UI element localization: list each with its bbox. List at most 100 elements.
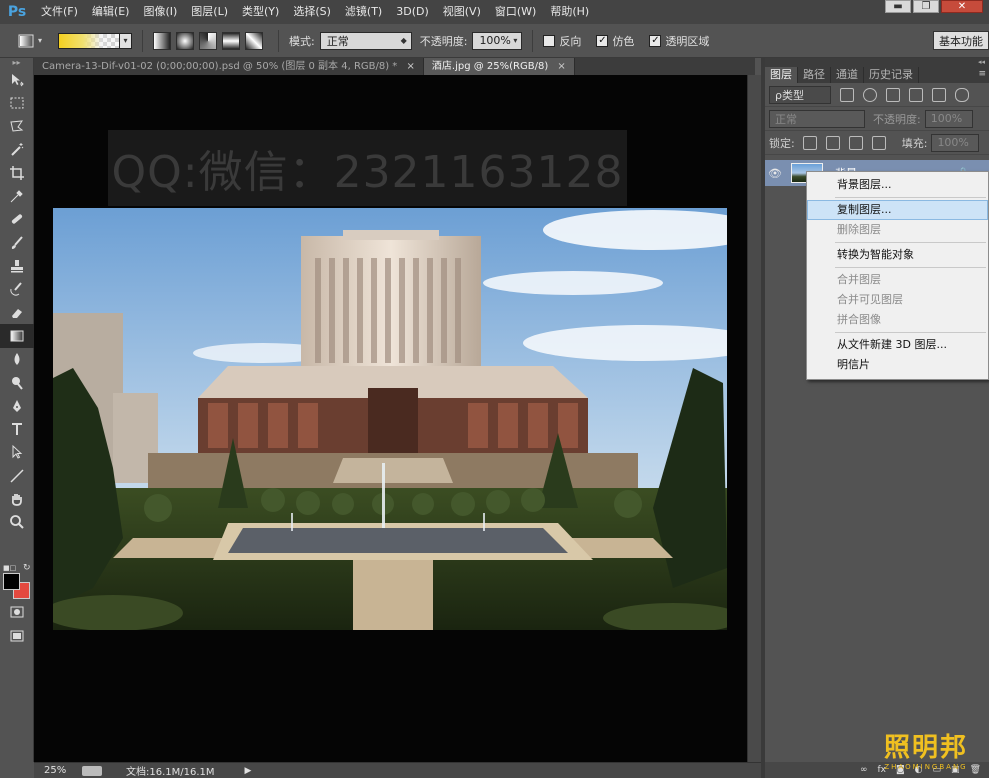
menu-item-1[interactable]: 编辑(E)	[85, 0, 137, 24]
lock-pixels-icon[interactable]	[825, 135, 840, 150]
marquee-tool[interactable]	[0, 91, 34, 114]
menu-item-merge-visible[interactable]: 合并可见图层	[807, 290, 988, 310]
brush-tool[interactable]	[0, 231, 34, 254]
dither-option[interactable]: ✓ 仿色	[596, 33, 639, 49]
menu-item-duplicate-layer[interactable]: 复制图层...	[807, 200, 988, 220]
fill-input[interactable]: 100%	[931, 133, 980, 152]
lock-all-icon[interactable]	[871, 135, 886, 150]
menu-item-postcard[interactable]: 明信片	[807, 355, 988, 375]
toolbar-grip[interactable]: ▸▸	[0, 58, 33, 68]
hand-tool[interactable]	[0, 487, 34, 510]
swap-colors-icon[interactable]: ↻	[23, 563, 31, 573]
transparency-checkbox[interactable]: ✓	[649, 34, 662, 47]
panel-collapse-button[interactable]: ◂◂	[765, 58, 989, 67]
mode-label: 模式:	[289, 34, 315, 48]
reverse-checkbox[interactable]	[543, 34, 556, 47]
opacity-input[interactable]: 100% ▾	[472, 31, 523, 50]
tab-history[interactable]: 历史记录	[864, 67, 919, 83]
move-tool[interactable]	[0, 68, 34, 91]
menu-item-5[interactable]: 选择(S)	[286, 0, 338, 24]
close-button[interactable]: ✕	[941, 0, 983, 13]
panel-menu-icon[interactable]: ≡	[978, 69, 986, 79]
menu-item-7[interactable]: 3D(D)	[389, 0, 436, 24]
menu-item-6[interactable]: 滤镜(T)	[338, 0, 389, 24]
lock-transparent-icon[interactable]	[802, 135, 817, 150]
menu-item-2[interactable]: 图像(I)	[136, 0, 184, 24]
tab-layers[interactable]: 图层	[765, 67, 798, 83]
menu-item-10[interactable]: 帮助(H)	[543, 0, 596, 24]
layer-opacity-input[interactable]: 100%	[924, 109, 973, 128]
layer-filter-select[interactable]: ρ类型	[769, 85, 831, 104]
status-menu-arrow[interactable]: ▶	[245, 766, 252, 776]
adjustment-filter-icon[interactable]	[863, 87, 877, 102]
crop-tool[interactable]	[0, 161, 34, 184]
close-tab-icon[interactable]: ×	[407, 61, 415, 72]
hotel-photo[interactable]	[53, 208, 727, 630]
gradient-tool[interactable]	[0, 324, 34, 348]
gradient-swatch[interactable]	[58, 32, 120, 49]
menu-item-3[interactable]: 图层(L)	[184, 0, 235, 24]
document-info-icon[interactable]	[82, 765, 102, 776]
workspace-button[interactable]: 基本功能	[933, 31, 989, 50]
menu-item-delete-layer[interactable]: 删除图层	[807, 220, 988, 240]
menu-item-convert-smart-object[interactable]: 转换为智能对象	[807, 245, 988, 265]
document-tab-hotel[interactable]: 酒店.jpg @ 25%(RGB/8) ×	[423, 58, 575, 75]
zoom-tool[interactable]	[0, 511, 34, 534]
pen-tool[interactable]	[0, 394, 34, 417]
menu-item-8[interactable]: 视图(V)	[436, 0, 488, 24]
tab-channels[interactable]: 通道	[831, 67, 864, 83]
healing-brush-tool[interactable]	[0, 208, 34, 231]
eraser-tool[interactable]	[0, 301, 34, 324]
screen-mode-button[interactable]	[0, 624, 34, 647]
tools-panel: ▸▸ ■□ ↻	[0, 58, 34, 762]
zoom-level[interactable]: 25%	[34, 765, 74, 776]
type-tool[interactable]	[0, 417, 34, 440]
menu-item-9[interactable]: 窗口(W)	[488, 0, 543, 24]
reflected-gradient-button[interactable]	[222, 31, 240, 50]
dodge-tool[interactable]	[0, 371, 34, 394]
filter-toggle-icon[interactable]	[955, 87, 969, 102]
link-layers-icon[interactable]: ∞	[860, 765, 868, 775]
blur-tool[interactable]	[0, 348, 34, 371]
menu-item-merge-layers[interactable]: 合并图层	[807, 270, 988, 290]
quick-selection-tool[interactable]	[0, 138, 34, 161]
eyedropper-tool[interactable]	[0, 184, 34, 207]
diamond-gradient-button[interactable]	[245, 31, 263, 50]
shape-filter-icon[interactable]	[909, 87, 923, 102]
close-tab-icon[interactable]: ×	[557, 61, 565, 72]
eye-icon[interactable]: 👁	[765, 167, 785, 180]
history-brush-tool[interactable]	[0, 278, 34, 301]
menu-item-4[interactable]: 类型(Y)	[235, 0, 286, 24]
transparency-option[interactable]: ✓ 透明区域	[649, 33, 714, 49]
angle-gradient-button[interactable]	[199, 31, 217, 50]
linear-gradient-button[interactable]	[153, 31, 171, 50]
menu-item-0[interactable]: 文件(F)	[34, 0, 85, 24]
lock-position-icon[interactable]	[848, 135, 863, 150]
quick-mask-button[interactable]	[0, 600, 34, 623]
menu-item-background-layer[interactable]: 背景图层...	[807, 175, 988, 195]
lasso-tool[interactable]	[0, 115, 34, 138]
radial-gradient-button[interactable]	[176, 31, 194, 50]
foreground-color-swatch[interactable]	[3, 573, 20, 590]
smart-object-filter-icon[interactable]	[932, 87, 946, 102]
path-selection-tool[interactable]	[0, 441, 34, 464]
tool-preset-picker[interactable]: ▾	[12, 29, 48, 53]
layers-panel: ◂◂ 图层 路径 通道 历史记录 ≡ ρ类型 正常 不透明度: 100% 锁定:…	[765, 58, 989, 778]
image-filter-icon[interactable]	[840, 87, 854, 102]
blend-mode-select[interactable]: 正常	[769, 109, 865, 128]
clone-stamp-tool[interactable]	[0, 254, 34, 277]
default-colors-icon[interactable]: ■□	[3, 564, 16, 572]
type-filter-icon[interactable]	[886, 87, 900, 102]
reverse-option[interactable]: 反向	[543, 33, 586, 49]
mode-select[interactable]: 正常 ◆	[319, 31, 412, 50]
vertical-scrollbar[interactable]	[747, 75, 761, 762]
gradient-dropdown[interactable]: ▾	[120, 32, 132, 49]
document-tab-psd[interactable]: Camera-13-Dif-v01-02 (0;00;00;00).psd @ …	[34, 58, 424, 75]
restore-button[interactable]: ❐	[913, 0, 939, 13]
minimize-button[interactable]: ▬	[885, 0, 911, 13]
tab-paths[interactable]: 路径	[798, 67, 831, 83]
line-tool[interactable]	[0, 464, 34, 487]
menu-item-flatten-image[interactable]: 拼合图像	[807, 310, 988, 330]
dither-checkbox[interactable]: ✓	[596, 34, 609, 47]
menu-item-new-3d-layer[interactable]: 从文件新建 3D 图层...	[807, 335, 988, 355]
